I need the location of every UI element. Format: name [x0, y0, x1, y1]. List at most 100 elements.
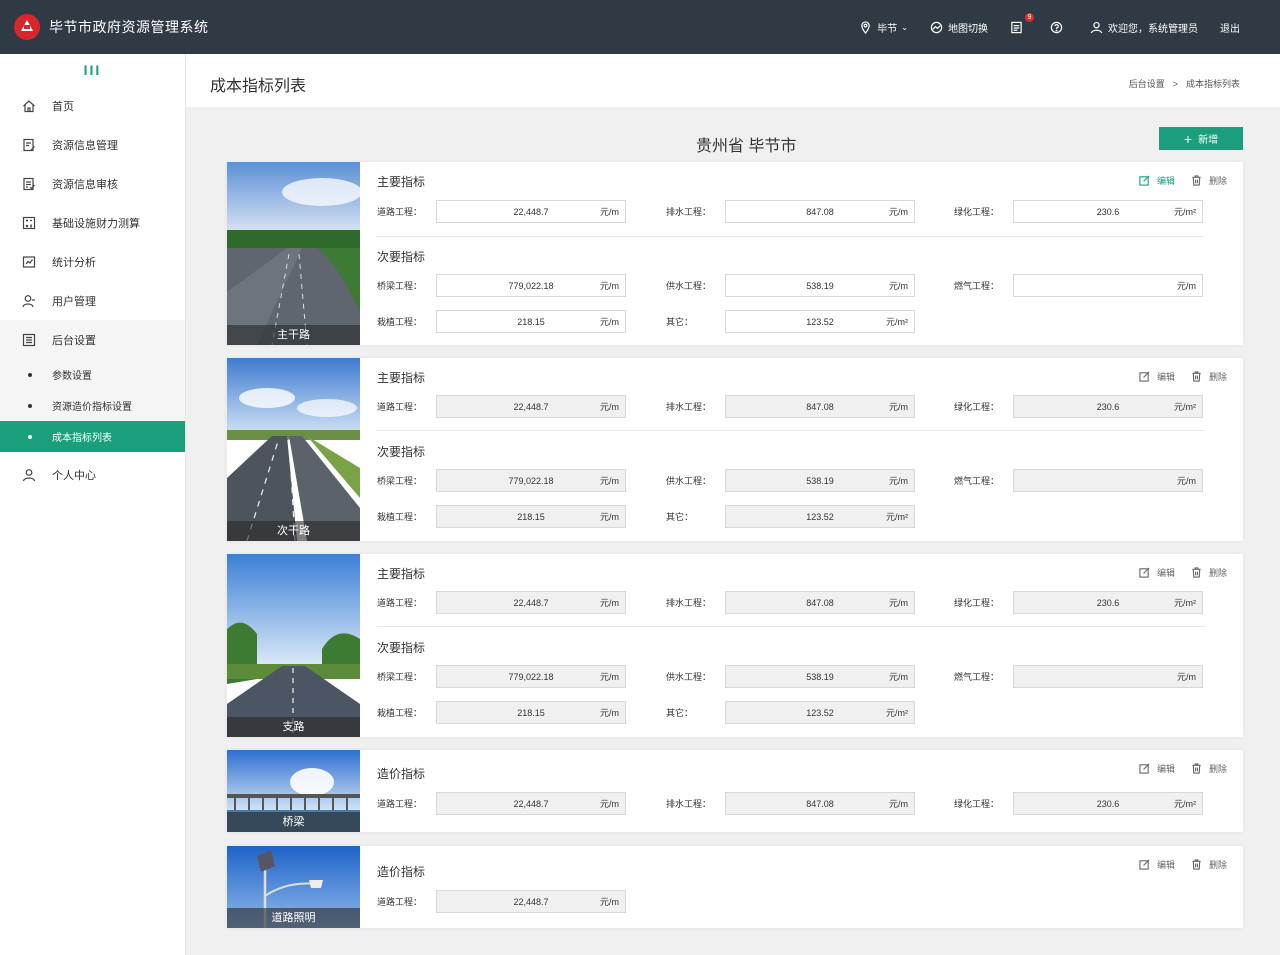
sidebar-item-personal[interactable]: 个人中心: [0, 455, 185, 494]
sidebar-item-infra-calc[interactable]: 基础设施财力测算: [0, 203, 185, 242]
sidebar-item-settings[interactable]: 后台设置: [0, 320, 185, 359]
other-label: 其它：: [666, 512, 694, 522]
other-input[interactable]: 123.52 元/m²: [725, 701, 915, 724]
main-indicator-title: 主要指标: [377, 175, 426, 189]
menu-toggle-icon[interactable]: III: [0, 54, 185, 86]
unit-label: 元/m: [889, 207, 908, 217]
road-input[interactable]: 22,448.7 元/m: [436, 395, 626, 418]
card-actions: 编辑 删除: [1123, 370, 1227, 383]
bridge-value: 779,022.18: [508, 280, 554, 291]
user-welcome[interactable]: 欢迎您，系统管理员: [1090, 20, 1198, 35]
other-value: 123.52: [806, 316, 834, 327]
road-field: 道路工程： 22,448.7 元/m: [377, 200, 626, 223]
delete-button[interactable]: 删除: [1191, 762, 1227, 775]
bridge-input[interactable]: 779,022.18 元/m: [436, 274, 626, 297]
help-button[interactable]: [1050, 21, 1068, 34]
green-input[interactable]: 230.6 元/m²: [1013, 200, 1203, 223]
page-header: 成本指标列表 后台设置 > 成本指标列表: [186, 54, 1280, 107]
sidebar-item-resource-manage[interactable]: 资源信息管理: [0, 125, 185, 164]
edit-button[interactable]: 编辑: [1139, 858, 1175, 871]
delete-button[interactable]: 删除: [1191, 566, 1227, 579]
edit-button[interactable]: 编辑: [1139, 174, 1175, 187]
unit-label: 元/m: [600, 799, 619, 809]
location-label: 毕节: [877, 23, 898, 35]
bridge-value: 779,022.18: [508, 475, 554, 486]
map-switch-button[interactable]: 地图切换: [930, 20, 988, 35]
green-input[interactable]: 230.6 元/m²: [1013, 591, 1203, 614]
green-value: 230.6: [1096, 798, 1120, 809]
road-value: 22,448.7: [513, 597, 549, 608]
gas-input[interactable]: 元/m: [1013, 665, 1203, 688]
bridge-label: 桥梁工程：: [377, 281, 423, 291]
delete-button[interactable]: 删除: [1191, 858, 1227, 871]
delete-button[interactable]: 删除: [1191, 174, 1227, 187]
add-button[interactable]: + 新增: [1159, 127, 1243, 150]
plant-input[interactable]: 218.15 元/m: [436, 701, 626, 724]
road-caption: 次干路: [227, 521, 360, 541]
sidebar-item-resource-audit[interactable]: 资源信息审核: [0, 164, 185, 203]
unit-label: 元/m²: [1174, 207, 1196, 217]
plant-input[interactable]: 218.15 元/m: [436, 310, 626, 333]
cost-card-branch-road: 支路 主要指标 编辑 删除 道路工程： 22,448.7 元/m 排水工程： 84…: [227, 554, 1243, 737]
trash-icon: [1192, 859, 1201, 870]
sidebar-item-stats[interactable]: 统计分析: [0, 242, 185, 281]
sidebar-sub-cost-list[interactable]: 成本指标列表: [0, 421, 185, 452]
section-divider: [377, 236, 1205, 237]
section-divider: [377, 430, 1205, 431]
green-input[interactable]: 230.6 元/m²: [1013, 395, 1203, 418]
water-input[interactable]: 538.19 元/m: [725, 469, 915, 492]
road-input[interactable]: 22,448.7 元/m: [436, 890, 626, 913]
drain-input[interactable]: 847.08 元/m: [725, 591, 915, 614]
edit-button[interactable]: 编辑: [1139, 762, 1175, 775]
drain-input[interactable]: 847.08 元/m: [725, 792, 915, 815]
other-input[interactable]: 123.52 元/m²: [725, 310, 915, 333]
drain-input[interactable]: 847.08 元/m: [725, 395, 915, 418]
drain-input[interactable]: 847.08 元/m: [725, 200, 915, 223]
bridge-field: 桥梁工程： 779,022.18 元/m: [377, 274, 626, 297]
bridge-value: 779,022.18: [508, 671, 554, 682]
delete-button[interactable]: 删除: [1191, 370, 1227, 383]
other-input[interactable]: 123.52 元/m²: [725, 505, 915, 528]
gas-input[interactable]: 元/m: [1013, 274, 1203, 297]
road-input[interactable]: 22,448.7 元/m: [436, 591, 626, 614]
breadcrumb-parent[interactable]: 后台设置: [1129, 79, 1165, 89]
sidebar-item-home[interactable]: 首页: [0, 86, 185, 125]
notification-button[interactable]: 9: [1010, 12, 1034, 34]
plant-input[interactable]: 218.15 元/m: [436, 505, 626, 528]
sidebar-sub-label: 参数设置: [52, 371, 92, 382]
green-input[interactable]: 230.6 元/m²: [1013, 792, 1203, 815]
green-field: 绿化工程： 230.6 元/m²: [954, 395, 1203, 418]
road-label: 道路工程：: [377, 402, 423, 412]
road-input[interactable]: 22,448.7 元/m: [436, 792, 626, 815]
green-field: 绿化工程： 230.6 元/m²: [954, 792, 1203, 815]
chart-icon: [22, 255, 36, 268]
bridge-caption: 桥梁: [227, 812, 360, 832]
road-input[interactable]: 22,448.7 元/m: [436, 200, 626, 223]
water-value: 538.19: [806, 475, 834, 486]
gas-input[interactable]: 元/m: [1013, 469, 1203, 492]
drain-value: 847.08: [806, 206, 834, 217]
top-bar: 毕节市政府资源管理系统 毕节 ⌄ 地图切换 9 欢迎您，系统管理员 退出: [0, 0, 1280, 54]
plant-label: 栽植工程：: [377, 317, 423, 327]
unit-label: 元/m: [600, 281, 619, 291]
road-label: 道路工程：: [377, 897, 423, 907]
green-label: 绿化工程：: [954, 598, 1000, 608]
sidebar-item-label: 资源信息审核: [52, 178, 118, 191]
unit-label: 元/m: [889, 476, 908, 486]
unit-label: 元/m²: [886, 317, 908, 327]
water-input[interactable]: 538.19 元/m: [725, 665, 915, 688]
logout-link[interactable]: 退出: [1220, 20, 1240, 35]
water-input[interactable]: 538.19 元/m: [725, 274, 915, 297]
sidebar-item-users[interactable]: 用户管理: [0, 281, 185, 320]
road-caption: 支路: [227, 717, 360, 737]
bridge-input[interactable]: 779,022.18 元/m: [436, 469, 626, 492]
edit-button[interactable]: 编辑: [1139, 566, 1175, 579]
sidebar-sub-cost-settings[interactable]: 资源造价指标设置: [0, 390, 185, 421]
road-label: 道路工程：: [377, 598, 423, 608]
sidebar-sub-params[interactable]: 参数设置: [0, 359, 185, 390]
location-selector[interactable]: 毕节 ⌄: [859, 20, 908, 35]
edit-button[interactable]: 编辑: [1139, 370, 1175, 383]
plant-value: 218.15: [517, 316, 545, 327]
bridge-input[interactable]: 779,022.18 元/m: [436, 665, 626, 688]
drain-label: 排水工程：: [666, 799, 712, 809]
